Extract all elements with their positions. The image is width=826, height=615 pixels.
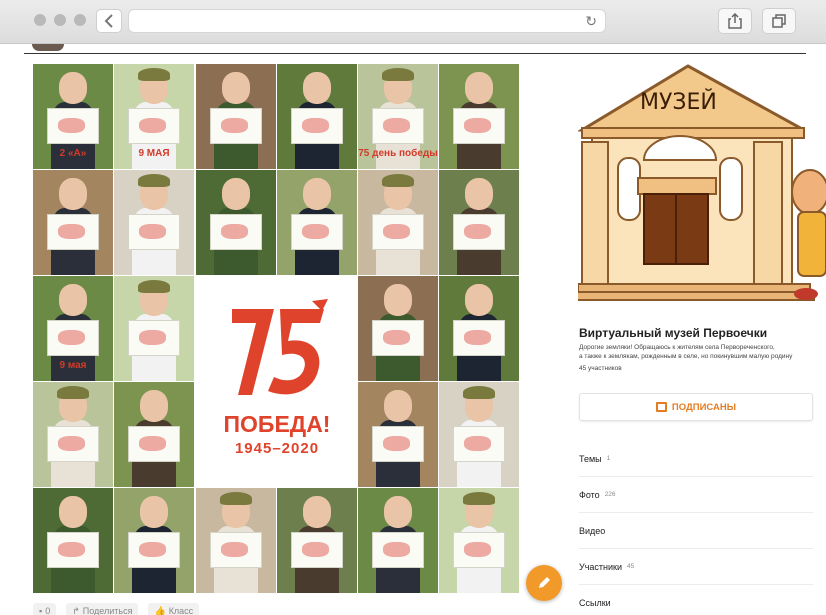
menu-item-count: 1: [606, 455, 611, 462]
edit-fab-button[interactable]: [526, 565, 562, 601]
description-line: Дорогие земляки! Обращаюсь к жителям сел…: [579, 344, 775, 351]
group-cover-museum[interactable]: МУЗЕЙ: [573, 62, 826, 312]
collage-photo[interactable]: [439, 276, 519, 381]
collage-photo[interactable]: [439, 382, 519, 487]
post-header-edge: [24, 44, 806, 54]
collage-photo[interactable]: [358, 382, 438, 487]
comments-button[interactable]: ▪ 0: [33, 603, 57, 615]
collage-photo[interactable]: [114, 170, 194, 275]
group-menu: Темы 1 Фото 226 Видео Участники 45 Ссылк…: [579, 441, 813, 615]
subscribed-label: ПОДПИСАНЫ: [671, 401, 737, 413]
museum-sign: МУЗЕЙ: [640, 90, 717, 115]
tabs-icon: [772, 14, 786, 28]
back-button[interactable]: [96, 9, 122, 33]
logo-victory-word: ПОБЕДА!: [223, 411, 331, 437]
like-label: Класс: [168, 606, 194, 615]
collage-photo[interactable]: 9 мая: [33, 276, 113, 381]
photo-caption: 9 мая: [59, 360, 87, 371]
pencil-icon: [539, 577, 550, 588]
collage-photo[interactable]: 75 день победы: [358, 64, 438, 169]
victory-75-logo: ПОБЕДА! 1945–2020: [198, 277, 356, 484]
window-close-dot[interactable]: [34, 14, 46, 26]
menu-item-count: 45: [627, 563, 635, 570]
menu-item-label: Фото: [579, 489, 600, 500]
photo-caption: 2 «А»: [59, 148, 87, 159]
menu-item-videos[interactable]: Видео: [579, 513, 813, 549]
menu-item-label: Темы: [579, 453, 602, 464]
menu-item-label: Видео: [579, 525, 606, 536]
reload-icon[interactable]: ↻: [585, 13, 597, 30]
menu-item-photos[interactable]: Фото 226: [579, 477, 813, 513]
group-description: Дорогие земляки! Обращаюсь к жителям сел…: [579, 343, 813, 361]
share-post-button[interactable]: ↱ Поделиться: [66, 603, 139, 615]
collage-photo[interactable]: [439, 64, 519, 169]
like-button[interactable]: 👍 Класс: [148, 603, 200, 615]
subscribed-icon: [655, 402, 667, 412]
collage-photo[interactable]: [114, 382, 194, 487]
comment-icon: ▪: [39, 606, 43, 615]
menu-item-count: 226: [604, 491, 616, 498]
group-title[interactable]: Виртуальный музей Первоечки: [579, 326, 767, 340]
share-button[interactable]: [718, 8, 752, 34]
collage-photo[interactable]: [358, 488, 438, 593]
collage-photo[interactable]: [33, 488, 113, 593]
menu-item-label: Участники: [579, 561, 622, 572]
subscribed-button[interactable]: ПОДПИСАНЫ: [579, 393, 813, 421]
collage-photo[interactable]: [114, 276, 194, 381]
photo-caption: 9 МАЯ: [138, 148, 170, 159]
chevron-left-icon: [104, 14, 113, 28]
collage-photo[interactable]: [439, 488, 519, 593]
logo-75-mark: [232, 299, 328, 395]
browser-toolbar: ↻: [0, 0, 826, 44]
photo-collage[interactable]: ПОБЕДА! 1945–2020 2 «А» 9 МАЯ 75 день побе…: [33, 64, 521, 594]
menu-item-links[interactable]: Ссылки: [579, 585, 813, 615]
collage-photo[interactable]: [277, 64, 357, 169]
collage-photo[interactable]: [114, 488, 194, 593]
window-minimize-dot[interactable]: [54, 14, 66, 26]
share-icon: [728, 13, 742, 29]
share-label: Поделиться: [82, 606, 133, 615]
collage-photo[interactable]: [196, 170, 276, 275]
members-count[interactable]: 45 участников: [579, 365, 622, 372]
menu-item-topics[interactable]: Темы 1: [579, 441, 813, 477]
collage-photo[interactable]: [33, 170, 113, 275]
menu-item-members[interactable]: Участники 45: [579, 549, 813, 585]
collage-photo[interactable]: [439, 170, 519, 275]
reshare-icon: ↱: [72, 605, 80, 615]
collage-photo[interactable]: [277, 170, 357, 275]
author-avatar[interactable]: [32, 44, 64, 51]
collage-photo[interactable]: 2 «А»: [33, 64, 113, 169]
comments-count: 0: [45, 606, 51, 615]
menu-item-label: Ссылки: [579, 597, 611, 608]
post-actions: ▪ 0 ↱ Поделиться 👍 Класс: [33, 603, 200, 615]
description-line: а также к землякам, рожденным в селе, но…: [579, 353, 793, 360]
collage-photo[interactable]: [358, 170, 438, 275]
collage-photo[interactable]: [33, 382, 113, 487]
collage-photo[interactable]: [196, 64, 276, 169]
address-bar[interactable]: ↻: [128, 9, 606, 33]
logo-years: 1945–2020: [234, 440, 320, 457]
photo-caption: 75 день победы: [358, 148, 438, 159]
collage-photo[interactable]: [358, 276, 438, 381]
tabs-button[interactable]: [762, 8, 796, 34]
like-icon: 👍: [154, 605, 166, 615]
window-zoom-dot[interactable]: [74, 14, 86, 26]
collage-photo[interactable]: 9 МАЯ: [114, 64, 194, 169]
collage-photo[interactable]: [196, 488, 276, 593]
collage-photo[interactable]: [277, 488, 357, 593]
